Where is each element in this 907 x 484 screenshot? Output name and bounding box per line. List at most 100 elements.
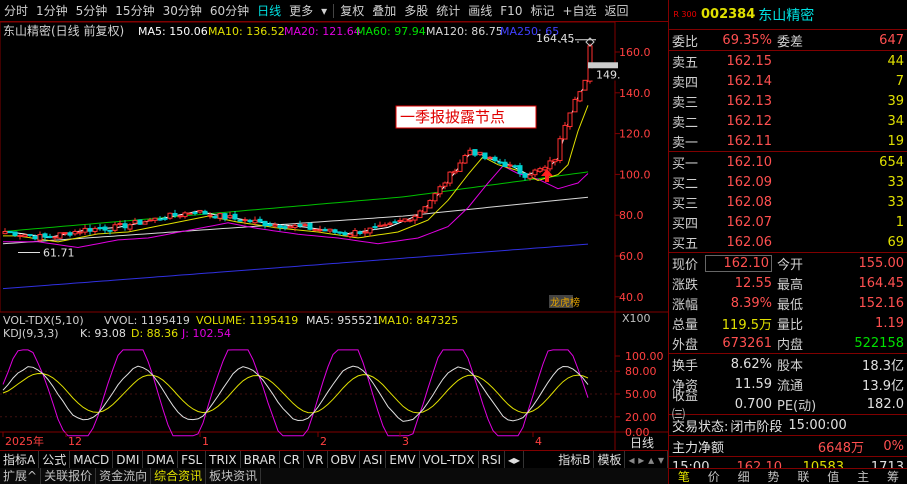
toolbar-period-6[interactable]: 日线: [253, 0, 285, 22]
toolbar-tool-8[interactable]: 返回: [601, 0, 633, 22]
toolbar-tool-5[interactable]: F10: [496, 0, 526, 22]
toolbar-tool-7[interactable]: +自选: [558, 0, 600, 22]
candle-body: [182, 212, 188, 218]
period-label[interactable]: 日线: [630, 436, 654, 450]
indicator-tab-13[interactable]: VOL-TDX: [420, 450, 479, 469]
toolbar-period-0[interactable]: 分时: [0, 0, 32, 22]
toolbar-period-2[interactable]: 5分钟: [72, 0, 112, 22]
bids-row[interactable]: 买五 162.06 69: [669, 232, 907, 252]
toolbar-tool-1[interactable]: 叠加: [368, 0, 400, 22]
quote-nav-0[interactable]: 笔: [669, 469, 699, 484]
candle-body: [417, 210, 423, 219]
info-tab-2[interactable]: 资金流向: [96, 468, 152, 484]
asks-row[interactable]: 卖四 162.14 7: [669, 71, 907, 91]
quote-nav-5[interactable]: 值: [818, 469, 848, 484]
indicator-tab-0[interactable]: 指标A: [0, 450, 40, 469]
indicator-tab-9[interactable]: VR: [304, 450, 328, 469]
quote-nav-1[interactable]: 价: [699, 469, 729, 484]
candle-body: [562, 124, 568, 140]
indicator-tab-14[interactable]: RSI: [479, 450, 506, 469]
quote-nav-4[interactable]: 联: [789, 469, 819, 484]
kline-chart-area[interactable]: 160.0 140.0 120.0 100.0 80.0 60.0 40.0 东山精密(日线 …: [0, 22, 668, 450]
toolbar-tool-4[interactable]: 画线: [464, 0, 496, 22]
indicator-tab-right-1[interactable]: 模板: [594, 450, 626, 469]
candle-body: [87, 228, 93, 232]
y-axis-label: 40.0: [619, 291, 644, 304]
bids-row[interactable]: 买一 162.10 654: [669, 152, 907, 172]
kdj-axis-label: 20.00: [625, 411, 657, 424]
quote-nav-6[interactable]: 主: [848, 469, 878, 484]
asks-row[interactable]: 卖五 162.15 44: [669, 51, 907, 71]
y-axis-label: 160.0: [619, 46, 651, 59]
toolbar-period-7[interactable]: 更多: [285, 0, 317, 22]
toolbar-divider: [333, 3, 335, 18]
indicator-tab-right-0[interactable]: 指标B: [555, 450, 595, 469]
bids-row[interactable]: 买二 162.09 33: [669, 172, 907, 192]
ma60-line: [2, 171, 589, 232]
bids-row[interactable]: 买四 162.07 1: [669, 212, 907, 232]
asks-row[interactable]: 卖三 162.13 39: [669, 91, 907, 111]
info-tab-1[interactable]: 关联报价: [41, 468, 97, 484]
kline-chart[interactable]: 160.0 140.0 120.0 100.0 80.0 60.0 40.0 东山精密(日线 …: [0, 22, 668, 450]
indicator-tab-8[interactable]: CR: [280, 450, 304, 469]
indicator-tab-3[interactable]: DMI: [113, 450, 144, 469]
candle-body: [212, 216, 218, 219]
quote-nav-3[interactable]: 势: [759, 469, 789, 484]
candle-body: [302, 224, 308, 227]
info-tab-4[interactable]: 板块资讯: [206, 468, 262, 484]
quote-nav-7[interactable]: 筹: [878, 469, 907, 484]
toolbar-period-1[interactable]: 1分钟: [32, 0, 72, 22]
indicator-tab-10[interactable]: OBV: [328, 450, 361, 469]
ma120-line: [2, 196, 589, 245]
kdj-axis-label: 80.00: [625, 365, 657, 378]
bids-volume: 1: [895, 214, 904, 230]
stat-row: 外盘 673261 内盘 522158: [669, 333, 907, 353]
toolbar-period-5[interactable]: 60分钟: [206, 0, 253, 22]
toolbar-period-3[interactable]: 15分钟: [111, 0, 158, 22]
bids-label: 买三: [672, 196, 699, 212]
indicator-tab-11[interactable]: ASI: [360, 450, 387, 469]
info-tab-0[interactable]: 扩展^: [0, 468, 42, 484]
candle-body: [582, 79, 588, 91]
bid-book: 买一 162.10 654 买二 162.09 33 买三 162.08 33 买四 162.07 1…: [669, 152, 907, 252]
toolbar-tool-3[interactable]: 统计: [432, 0, 464, 22]
indicator-tab-6[interactable]: TRIX: [206, 450, 241, 469]
price-stats: 现价 162.10 今开 155.00 涨跌 12.55 最高 164.45 涨幅 8.39% 最低…: [669, 253, 907, 353]
indicator-tab-7[interactable]: BRAR: [241, 450, 281, 469]
high-price-label: 164.45: [536, 32, 575, 45]
x-axis-label: 1: [202, 435, 209, 448]
indicator-tab-1[interactable]: 公式: [39, 450, 71, 469]
toolbar-tool-0[interactable]: 复权: [336, 0, 368, 22]
candle-body: [42, 233, 48, 238]
candle-body: [187, 212, 193, 215]
candle-body: [257, 218, 263, 223]
indicator-tab-2[interactable]: MACD: [70, 450, 114, 469]
bids-row[interactable]: 买三 162.08 33: [669, 192, 907, 212]
toolbar-tool-2[interactable]: 多股: [400, 0, 432, 22]
tabs-arrow-icon[interactable]: ◂▸: [505, 450, 525, 469]
candle-body: [347, 233, 353, 238]
indicator-tab-12[interactable]: EMV: [386, 450, 420, 469]
asks-row[interactable]: 卖二 162.12 34: [669, 111, 907, 131]
indicator-tab-5[interactable]: FSL: [178, 450, 207, 469]
toolbar-dropdown-icon[interactable]: ▾: [317, 0, 331, 22]
marker-dot: [559, 41, 561, 43]
asks-price: 162.12: [726, 113, 773, 129]
toolbar-tool-6[interactable]: 标记: [526, 0, 558, 22]
candle-body: [407, 219, 413, 222]
candle-body: [307, 222, 313, 230]
candle-body: [57, 232, 63, 239]
bids-price: 162.08: [726, 194, 773, 210]
x-axis-label: 2: [320, 435, 327, 448]
stat-value: 522158: [854, 335, 904, 351]
scroll-arrows-icon[interactable]: ◂ ▸ ▴ ▾: [625, 450, 668, 469]
info-tab-3[interactable]: 综合资讯: [151, 468, 207, 484]
price-marker: [588, 62, 618, 69]
toolbar-period-4[interactable]: 30分钟: [159, 0, 206, 22]
indicator-tab-4[interactable]: DMA: [143, 450, 179, 469]
candle-body: [457, 162, 463, 172]
candle-body: [222, 213, 228, 220]
quote-nav-2[interactable]: 细: [729, 469, 759, 484]
asks-row[interactable]: 卖一 162.11 19: [669, 131, 907, 151]
candle-body: [237, 219, 243, 222]
